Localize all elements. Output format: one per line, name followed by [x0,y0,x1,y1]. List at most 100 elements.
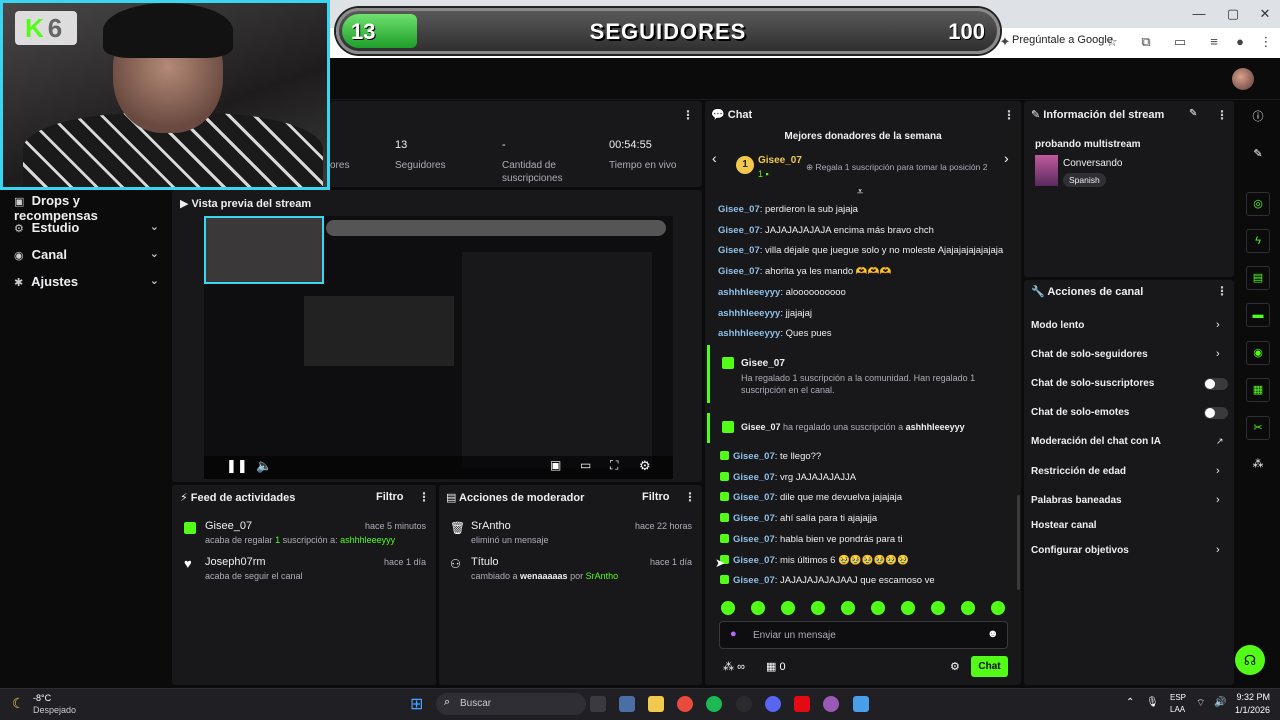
mod-user[interactable]: SrAntho [471,520,511,532]
channel-action-item[interactable]: Modo lento [1031,320,1084,331]
broadcast-icon[interactable]: ◉ [1246,341,1270,365]
support-headset-icon[interactable]: ☊ [1235,645,1265,675]
sidebar-item-studio[interactable]: ⚙ Estudio ⌄ [14,220,159,235]
minimize-icon[interactable]: — [1184,6,1214,21]
windows-start-icon[interactable]: ⊞ [410,694,423,714]
settings-gear-icon[interactable]: ⚙ [639,458,651,474]
chat-username[interactable]: Gisee_07 [718,204,760,215]
chevron-left-icon[interactable]: ‹ [712,150,717,166]
chevron-right-icon[interactable]: › [1216,544,1220,556]
gift-box-icon[interactable]: ▦ 0 [766,660,786,673]
chat-username[interactable]: ashhhleeeyyy [718,287,780,298]
volume-icon[interactable]: 🔈 [256,458,272,474]
more-vert-icon[interactable]: ⋮ [684,490,696,504]
emote-icon[interactable] [751,601,765,615]
menu-lines-icon[interactable]: ≡ [1204,34,1224,49]
channel-action-item[interactable]: Restricción de edad [1031,466,1126,477]
emote-icon[interactable] [811,601,825,615]
spotify-icon[interactable] [706,696,722,712]
wrench-icon[interactable]: ✂ [1246,416,1270,440]
focus-icon[interactable]: ◎ [1246,192,1270,216]
lang-code[interactable]: ESP [1170,693,1186,702]
sidebar-item-channel[interactable]: ◉ Canal ⌄ [14,247,159,262]
weather-status[interactable]: Despejado [33,705,76,715]
more-vert-icon[interactable]: ⋮ [418,490,430,504]
chat-settings-icon[interactable]: ⚙ [950,660,960,673]
channel-action-item[interactable]: Configurar objetivos [1031,545,1129,556]
channel-action-item[interactable]: Moderación del chat con IA [1031,436,1161,447]
emote-icon[interactable] [841,601,855,615]
mod-shield-icon[interactable]: ▦ [1246,378,1270,402]
profile-icon[interactable]: ● [1230,34,1250,49]
external-link-icon[interactable]: ↗ [1216,436,1224,447]
chat-username[interactable]: ashhhleeeyyy [718,308,780,319]
more-vert-icon[interactable]: ⋮ [1216,108,1228,122]
toggle-switch[interactable] [1204,378,1228,390]
netflix-icon[interactable] [794,696,810,712]
wifi-icon[interactable]: ⌔ [1196,697,1205,710]
channel-action-item[interactable]: Hostear canal [1031,520,1097,531]
emote-icon[interactable] [961,601,975,615]
discord-icon[interactable] [765,696,781,712]
chat-username[interactable]: Gisee_07 [733,575,775,586]
stream-preview-video[interactable]: ❚❚ 🔈 ▣ ▭ ⛶ ⚙ [204,216,673,479]
fullscreen-icon[interactable]: ⛶ [610,458,618,473]
chrome-icon[interactable] [677,696,693,712]
close-icon[interactable]: ✕ [1250,6,1280,22]
emote-icon[interactable] [721,601,735,615]
weather-moon-icon[interactable]: ☾ [12,695,25,712]
extensions-icon[interactable]: ⧉ [1136,34,1156,50]
channel-action-item[interactable]: Chat de solo-suscriptores [1031,378,1154,389]
sidebar-item-settings[interactable]: ✱ Ajustes ⌄ [14,274,159,289]
chat-username[interactable]: Gisee_07 [733,472,775,483]
ask-google-button[interactable]: Pregúntale a Google [1012,34,1113,46]
avatar[interactable] [1232,68,1254,90]
more-vert-icon[interactable]: ⋮ [1003,108,1015,122]
sidebar-item-drops[interactable]: ▣ Drops y recompensas [14,193,159,223]
pip-icon[interactable]: ▣ [550,458,561,472]
settings-app-icon[interactable] [619,696,635,712]
chat-username[interactable]: Gisee_07 [718,245,760,256]
feed-user[interactable]: Gisee_07 [205,520,252,532]
app-icon[interactable] [853,696,869,712]
bookmark-star-icon[interactable]: ☆ [1102,34,1122,50]
pause-icon[interactable]: ❚❚ [226,458,248,474]
category-name[interactable]: Conversando [1063,158,1122,169]
volume-tray-icon[interactable]: 🔊 [1214,697,1226,708]
tray-chevron-icon[interactable]: ⌃ [1126,697,1134,708]
more-vert-icon[interactable]: ⋮ [1256,34,1276,50]
channel-action-item[interactable]: Palabras baneadas [1031,495,1122,506]
mic-icon[interactable]: ● [730,628,737,640]
toggle-switch[interactable] [1204,407,1228,419]
taskbar-search[interactable]: ⌕ Buscar [436,693,586,715]
chat-send-button[interactable]: Chat [971,656,1008,677]
edit-layout-icon[interactable]: ✎ [1246,143,1270,167]
chevron-right-icon[interactable]: › [1004,150,1009,166]
chat-username[interactable]: Gisee_07 [718,225,760,236]
chat-username[interactable]: Gisee_07 [733,513,775,524]
file-explorer-icon[interactable] [648,696,664,712]
emoji-icon[interactable]: ☻ [987,628,999,640]
theater-icon[interactable]: ▭ [580,458,591,472]
notes-icon[interactable]: ▤ [1246,266,1270,290]
chevron-right-icon[interactable]: › [1216,319,1220,331]
chevron-right-icon[interactable]: › [1216,494,1220,506]
collapse-icon[interactable]: ⩡ [857,186,863,199]
channel-action-item[interactable]: Chat de solo-emotes [1031,407,1129,418]
emote-icon[interactable] [991,601,1005,615]
cast-icon[interactable]: ▭ [1170,34,1190,50]
more-vert-icon[interactable]: ⋮ [1216,284,1228,298]
info-icon[interactable]: ⓘ [1246,106,1270,130]
mod-filter-button[interactable]: Filtro [642,491,670,503]
maximize-icon[interactable]: ▢ [1218,6,1248,22]
chat-scrollbar[interactable] [1017,495,1020,590]
gift-event-user[interactable]: Gisee_07 [741,358,785,369]
lang-layout[interactable]: LAA [1170,705,1185,714]
chat-username[interactable]: Gisee_07 [733,534,775,545]
mic-tray-icon[interactable]: 🎙 [1146,697,1159,708]
app-icon[interactable] [823,696,839,712]
chevron-right-icon[interactable]: › [1216,465,1220,477]
more-vert-icon[interactable]: ⋮ [682,108,694,122]
donor-name[interactable]: Gisee_07 [758,155,802,166]
emote-icon[interactable] [871,601,885,615]
